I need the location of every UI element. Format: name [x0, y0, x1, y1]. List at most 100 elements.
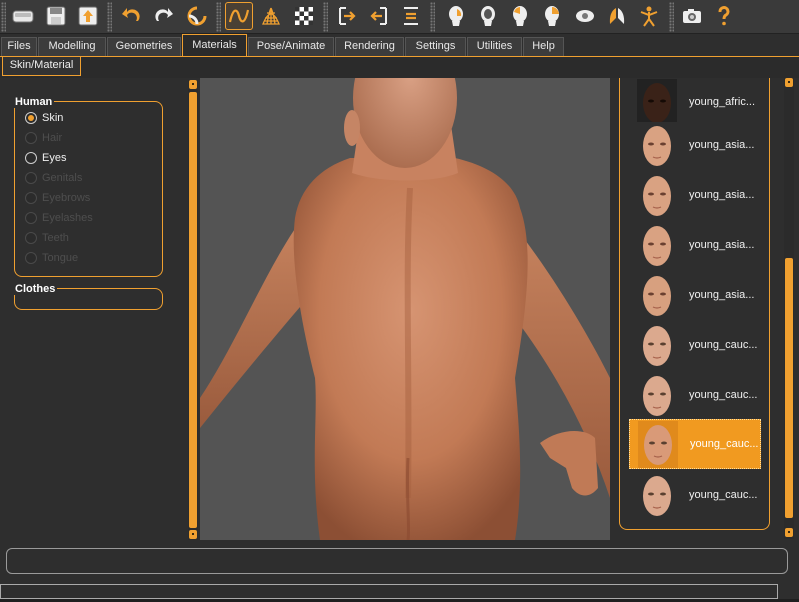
- export-icon[interactable]: [74, 2, 102, 30]
- pose-icon[interactable]: [571, 2, 599, 30]
- material-item[interactable]: young_asia...: [629, 171, 761, 221]
- human-group-title: Human: [13, 96, 55, 108]
- wireframe-icon[interactable]: [257, 2, 285, 30]
- radio-button: [25, 252, 37, 264]
- toolbar-grip[interactable]: [1, 2, 6, 32]
- left-view-icon[interactable]: [397, 2, 425, 30]
- toolbar: [0, 0, 799, 34]
- main-tab-bar: Files Modelling Geometries Materials Pos…: [0, 34, 799, 56]
- tab-rendering[interactable]: Rendering: [335, 37, 404, 56]
- toolbar-grip[interactable]: [323, 2, 328, 32]
- toolbar-grip[interactable]: [669, 2, 674, 32]
- skeleton-icon[interactable]: [635, 2, 663, 30]
- reset-icon[interactable]: [183, 2, 211, 30]
- tab-skin-material[interactable]: Skin/Material: [2, 57, 81, 76]
- material-item[interactable]: young_cauc...: [629, 321, 761, 371]
- material-item-selected[interactable]: young_cauc...: [629, 419, 761, 469]
- radio-label: Tongue: [42, 252, 79, 264]
- scroll-down-handle[interactable]: [189, 530, 197, 539]
- face-thumbnail: [637, 122, 677, 169]
- right-view-icon[interactable]: [442, 2, 470, 30]
- material-label: young_cauc...: [689, 339, 758, 351]
- material-item[interactable]: young_asia...: [629, 271, 761, 321]
- toolbar-grip[interactable]: [430, 2, 435, 32]
- disk-drive-icon[interactable]: [9, 2, 37, 30]
- material-label: young_afric...: [689, 96, 756, 108]
- material-label: young_asia...: [689, 289, 755, 301]
- radio-eyebrows: Eyebrows: [25, 190, 90, 206]
- radio-eyelashes: Eyelashes: [25, 210, 93, 226]
- makehuman-window: Files Modelling Geometries Materials Pos…: [0, 0, 799, 602]
- face-thumbnail: [637, 322, 677, 369]
- radio-button: [25, 132, 37, 144]
- redo-icon[interactable]: [150, 2, 178, 30]
- material-label: young_cauc...: [689, 489, 758, 501]
- front-view-icon[interactable]: [333, 2, 361, 30]
- tab-pose-animate[interactable]: Pose/Animate: [248, 37, 334, 56]
- face-thumbnail: [637, 372, 677, 419]
- radio-label: Genitals: [42, 172, 83, 184]
- tab-files[interactable]: Files: [1, 37, 37, 56]
- radio-button[interactable]: [25, 152, 37, 164]
- radio-label: Eyebrows: [42, 192, 91, 204]
- undo-icon[interactable]: [117, 2, 145, 30]
- progress-field: [6, 548, 788, 574]
- material-item[interactable]: young_cauc...: [629, 471, 761, 521]
- material-list: young_afric... young_asia... young_asia.…: [619, 78, 770, 530]
- radio-hair: Hair: [25, 130, 62, 146]
- face-thumbnail: [637, 472, 677, 519]
- radio-skin[interactable]: Skin: [25, 110, 63, 126]
- top-view-icon[interactable]: [474, 2, 502, 30]
- radio-teeth: Teeth: [25, 230, 69, 246]
- tab-modelling[interactable]: Modelling: [38, 37, 106, 56]
- material-item[interactable]: young_cauc...: [629, 371, 761, 421]
- grab-screen-icon[interactable]: [678, 2, 706, 30]
- radio-button[interactable]: [25, 112, 37, 124]
- reset-camera-icon[interactable]: [538, 2, 566, 30]
- radio-label: Eyes: [42, 152, 67, 164]
- material-label: young_cauc...: [689, 389, 758, 401]
- material-label: young_asia...: [689, 189, 755, 201]
- radio-button: [25, 212, 37, 224]
- scroll-down-handle[interactable]: [785, 528, 793, 537]
- face-thumbnail: [637, 272, 677, 319]
- left-panel-scrollbar[interactable]: [188, 80, 198, 540]
- help-icon[interactable]: [710, 2, 738, 30]
- 3d-viewport[interactable]: [200, 78, 610, 540]
- material-label: young_asia...: [689, 239, 755, 251]
- face-thumbnail: [637, 79, 677, 126]
- tab-materials[interactable]: Materials: [182, 34, 247, 56]
- right-panel-scrollbar[interactable]: [784, 78, 794, 539]
- radio-label: Eyelashes: [42, 212, 93, 224]
- save-icon[interactable]: [42, 2, 70, 30]
- smooth-icon[interactable]: [225, 2, 253, 30]
- sub-tab-bar: Skin/Material: [0, 56, 799, 78]
- background-checker-icon[interactable]: [290, 2, 318, 30]
- scroll-track[interactable]: [189, 92, 197, 528]
- radio-label: Hair: [42, 132, 63, 144]
- material-item[interactable]: young_asia...: [629, 121, 761, 171]
- toolbar-grip[interactable]: [107, 2, 112, 32]
- scroll-track[interactable]: [785, 258, 793, 518]
- material-label: young_asia...: [689, 139, 755, 151]
- radio-tongue: Tongue: [25, 250, 78, 266]
- status-bar: [0, 584, 778, 599]
- toolbar-grip[interactable]: [216, 2, 221, 32]
- radio-eyes[interactable]: Eyes: [25, 150, 66, 166]
- symmetry-icon[interactable]: [603, 2, 631, 30]
- back-view-icon[interactable]: [365, 2, 393, 30]
- radio-button: [25, 172, 37, 184]
- material-item[interactable]: young_asia...: [629, 221, 761, 271]
- radio-label: Teeth: [42, 232, 69, 244]
- clothes-group-title: Clothes: [13, 283, 58, 295]
- scroll-up-handle[interactable]: [785, 78, 793, 87]
- tab-help[interactable]: Help: [523, 37, 564, 56]
- tab-settings[interactable]: Settings: [405, 37, 466, 56]
- radio-button: [25, 232, 37, 244]
- radio-button: [25, 192, 37, 204]
- human-model-render: [200, 78, 610, 540]
- tab-utilities[interactable]: Utilities: [467, 37, 522, 56]
- scroll-up-handle[interactable]: [189, 80, 197, 89]
- tab-geometries[interactable]: Geometries: [107, 37, 181, 56]
- bottom-view-icon[interactable]: [506, 2, 534, 30]
